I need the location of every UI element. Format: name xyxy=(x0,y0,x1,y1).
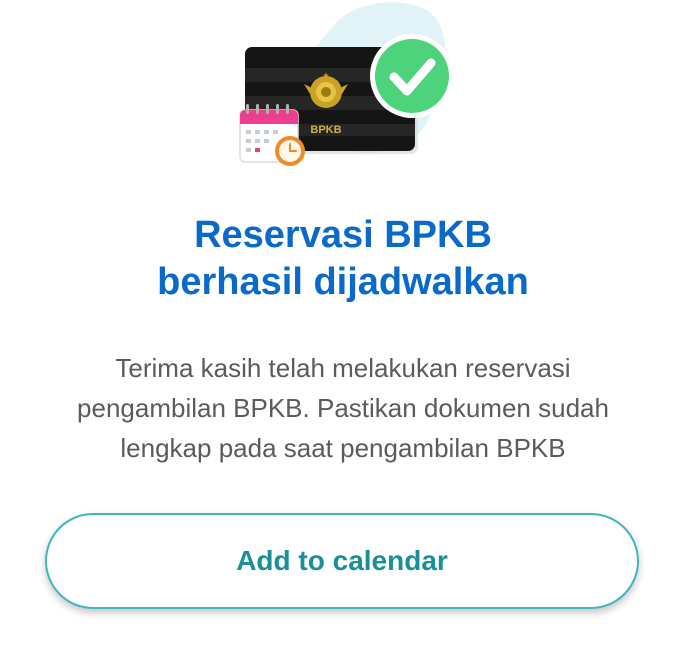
check-circle-icon xyxy=(370,34,454,118)
description-line-2: pengambilan BPKB. Pastikan dokumen sudah xyxy=(77,393,609,423)
add-to-calendar-button[interactable]: Add to calendar xyxy=(45,513,639,609)
title-line-1: Reservasi BPKB xyxy=(194,214,492,256)
title-line-2: berhasil dijadwalkan xyxy=(157,261,529,303)
add-to-calendar-label: Add to calendar xyxy=(236,545,448,576)
card-label: BPKB xyxy=(310,124,341,136)
success-screen: ★ BPKB Reservasi BPKB berhasil dijadwalk… xyxy=(0,0,686,672)
description-line-3: lengkap pada saat pengambilan BPKB xyxy=(120,433,566,463)
page-title: Reservasi BPKB berhasil dijadwalkan xyxy=(0,212,686,306)
description-line-1: Terima kasih telah melakukan reservasi xyxy=(115,353,571,383)
clock-icon xyxy=(275,136,305,166)
success-illustration: ★ BPKB xyxy=(232,0,472,175)
success-description: Terima kasih telah melakukan reservasi p… xyxy=(30,348,656,468)
svg-text:★: ★ xyxy=(322,71,329,80)
bpkb-card-illustration: ★ BPKB xyxy=(239,2,454,166)
